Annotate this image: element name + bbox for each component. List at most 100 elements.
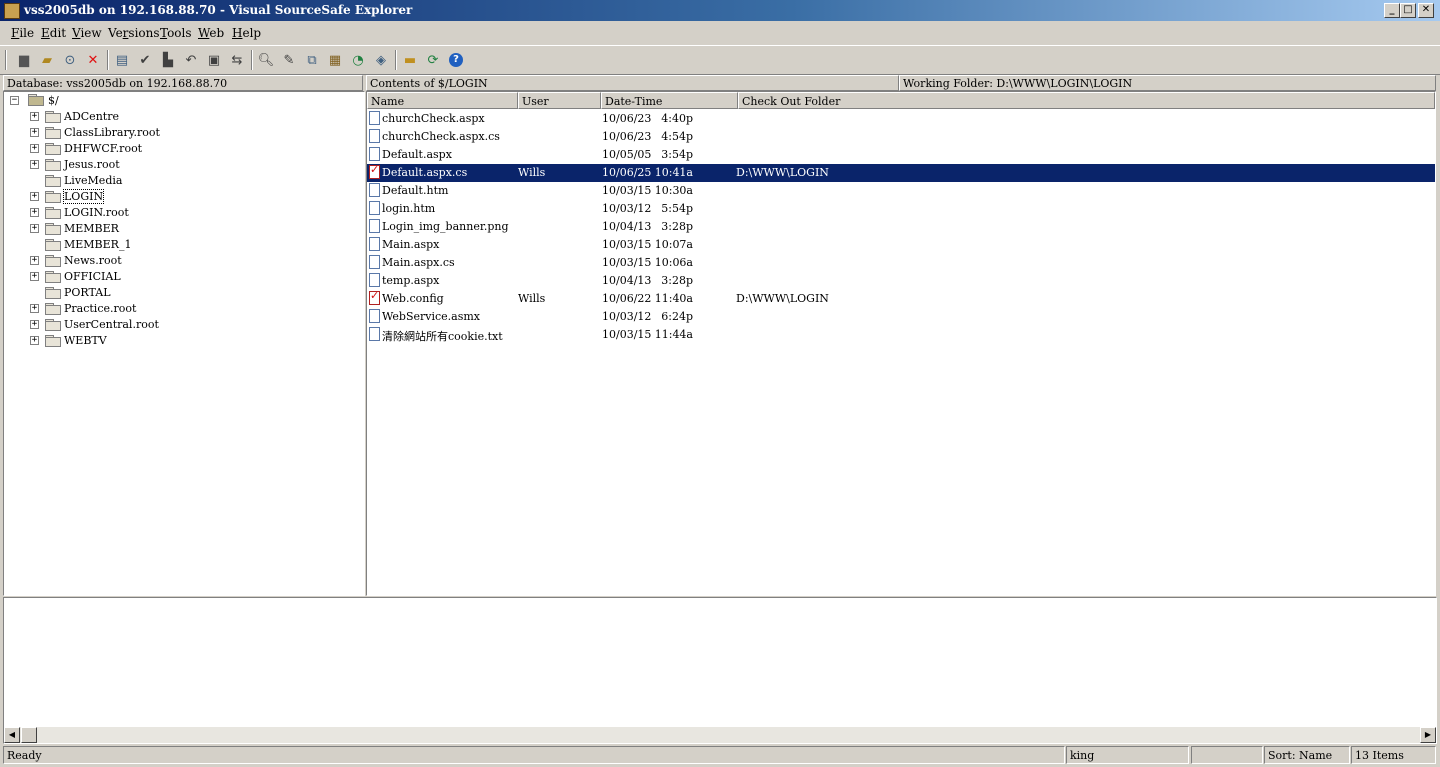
file-row[interactable]: Default.aspx.cs Wills 10/06/2510:41a D:\WWW… xyxy=(367,163,1435,182)
maximize-button[interactable]: □ xyxy=(1400,3,1416,18)
undo-checkout-icon[interactable]: ↶ xyxy=(182,51,200,69)
minimize-button[interactable]: _ xyxy=(1384,3,1400,18)
menu-file[interactable]: File xyxy=(11,26,34,40)
delete-icon[interactable]: ✕ xyxy=(84,51,102,69)
expand-icon[interactable]: + xyxy=(30,144,39,153)
help-icon[interactable]: ? xyxy=(447,51,465,69)
create-project-icon[interactable]: ▆ xyxy=(15,51,33,69)
folder-icon xyxy=(45,239,61,251)
expand-icon[interactable]: + xyxy=(30,112,39,121)
expand-icon[interactable]: + xyxy=(30,272,39,281)
tree-item[interactable]: + News.root xyxy=(4,253,344,269)
tree-item[interactable]: + Practice.root xyxy=(4,301,344,317)
scrollbar-thumb[interactable] xyxy=(21,727,37,743)
tree-item[interactable]: + OFFICIAL xyxy=(4,269,344,285)
label-icon[interactable]: ▣ xyxy=(205,51,223,69)
menu-tools[interactable]: Tools xyxy=(160,26,192,40)
file-row[interactable]: 清除網站所有cookie.txt 10/03/15 11:44a xyxy=(367,326,1435,344)
tree-item[interactable]: + DHFWCF.root xyxy=(4,141,344,157)
tree-item[interactable]: + ClassLibrary.root xyxy=(4,125,344,141)
file-checkout-folder: D:\WWW\LOGIN xyxy=(736,292,829,305)
status-ready: Ready xyxy=(3,746,1065,764)
get-latest-icon[interactable]: ▤ xyxy=(113,51,131,69)
file-row[interactable]: Default.aspx 10/05/05 3:54p xyxy=(367,146,1435,164)
check-out-icon[interactable]: ✔ xyxy=(136,51,154,69)
expand-icon[interactable]: + xyxy=(30,192,39,201)
file-row[interactable]: Main.aspx 10/03/15 10:07a xyxy=(367,236,1435,254)
scroll-left-button[interactable]: ◀ xyxy=(4,727,20,743)
close-button[interactable]: ✕ xyxy=(1418,3,1434,18)
collapse-icon[interactable]: − xyxy=(10,96,19,105)
file-date: 10/06/23 xyxy=(602,112,652,125)
file-row[interactable]: Web.config Wills 10/06/2211:40a D:\WWW\LOGI… xyxy=(367,289,1435,308)
tree-root[interactable]: − $/ xyxy=(8,93,348,109)
checked-out-file-icon xyxy=(369,289,380,305)
file-name: login.htm xyxy=(382,202,436,215)
properties-icon[interactable]: ▦ xyxy=(326,51,344,69)
menu-view[interactable]: View xyxy=(72,26,102,40)
tree-item-label: LOGIN xyxy=(62,189,105,204)
tree-item[interactable]: + WEBTV xyxy=(4,333,344,349)
file-time: 11:40a xyxy=(654,292,693,305)
file-row[interactable]: WebService.asmx 10/03/12 6:24p xyxy=(367,308,1435,326)
check-in-icon[interactable]: ▙ xyxy=(159,51,177,69)
tree-item-label: LiveMedia xyxy=(64,174,123,187)
file-row[interactable]: churchCheck.aspx.cs 10/06/23 4:54p xyxy=(367,128,1435,146)
project-tree[interactable]: − $/ + ADCentre + ClassLibrary.root + DHFWCF.ro… xyxy=(3,91,365,596)
folder-icon xyxy=(45,191,61,203)
set-working-folder-icon[interactable]: ▬ xyxy=(401,51,419,69)
add-files-icon[interactable]: ▰ xyxy=(38,51,56,69)
expand-icon[interactable]: + xyxy=(30,208,39,217)
horizontal-scrollbar[interactable]: ◀ ▶ xyxy=(4,727,1436,743)
vss-app-icon[interactable] xyxy=(4,3,20,19)
file-row[interactable]: temp.aspx 10/04/13 3:28p xyxy=(367,272,1435,290)
show-differences-icon[interactable]: ⧉ xyxy=(303,51,321,69)
branch-icon[interactable]: ⇆ xyxy=(228,51,246,69)
menu-help[interactable]: Help xyxy=(232,26,261,40)
tree-item[interactable]: + Jesus.root xyxy=(4,157,344,173)
menu-web[interactable]: Web xyxy=(198,26,224,40)
file-row[interactable]: Default.htm 10/03/15 10:30a xyxy=(367,182,1435,200)
column-header-date-time[interactable]: Date-Time xyxy=(601,92,738,109)
edit-icon[interactable]: ✎ xyxy=(280,51,298,69)
column-header-user[interactable]: User xyxy=(518,92,601,109)
expand-icon[interactable]: + xyxy=(30,224,39,233)
scroll-right-button[interactable]: ▶ xyxy=(1420,727,1436,743)
tree-item[interactable]: + UserCentral.root xyxy=(4,317,344,333)
column-header-check-out-folder[interactable]: Check Out Folder xyxy=(738,92,1435,109)
tree-item[interactable]: + LOGIN.root xyxy=(4,205,344,221)
folder-icon xyxy=(45,127,61,139)
menu-versions[interactable]: Versions xyxy=(108,26,160,40)
expand-icon[interactable]: + xyxy=(30,256,39,265)
share-icon[interactable]: ⊙ xyxy=(61,51,79,69)
title-bar[interactable]: vss2005db on 192.168.88.70 - Visual Sour… xyxy=(0,0,1440,21)
column-header-name[interactable]: Name xyxy=(367,92,518,109)
expand-icon[interactable]: + xyxy=(30,160,39,169)
tree-item-label: DHFWCF.root xyxy=(64,142,143,155)
folder-icon xyxy=(45,111,61,123)
file-name: Default.aspx xyxy=(382,148,452,161)
file-row[interactable]: login.htm 10/03/12 5:54p xyxy=(367,200,1435,218)
expand-icon[interactable]: + xyxy=(30,320,39,329)
find-icon[interactable]: 🔍︎ xyxy=(257,51,275,69)
tree-item[interactable]: + ADCentre xyxy=(4,109,344,125)
status-item-count: 13 Items xyxy=(1351,746,1436,764)
tree-item[interactable]: PORTAL xyxy=(4,285,344,301)
menu-edit[interactable]: Edit xyxy=(41,26,66,40)
show-history-icon[interactable]: ◔ xyxy=(349,51,367,69)
folder-icon xyxy=(45,175,61,187)
output-pane[interactable] xyxy=(3,597,1437,744)
expand-icon[interactable]: + xyxy=(30,336,39,345)
file-row[interactable]: Login_img_banner.png 10/04/13 3:28p xyxy=(367,218,1435,236)
file-row[interactable]: churchCheck.aspx 10/06/23 4:40p xyxy=(367,110,1435,128)
expand-icon[interactable]: + xyxy=(30,304,39,313)
tree-item[interactable]: MEMBER_1 xyxy=(4,237,344,253)
file-row[interactable]: Main.aspx.cs 10/03/15 10:06a xyxy=(367,254,1435,272)
refresh-icon[interactable]: ⟳ xyxy=(424,51,442,69)
tree-item[interactable]: + LOGIN xyxy=(4,189,344,205)
tree-item-label: PORTAL xyxy=(64,286,111,299)
view-file-icon[interactable]: ◈ xyxy=(372,51,390,69)
expand-icon[interactable]: + xyxy=(30,128,39,137)
tree-item[interactable]: LiveMedia xyxy=(4,173,344,189)
tree-item[interactable]: + MEMBER xyxy=(4,221,344,237)
